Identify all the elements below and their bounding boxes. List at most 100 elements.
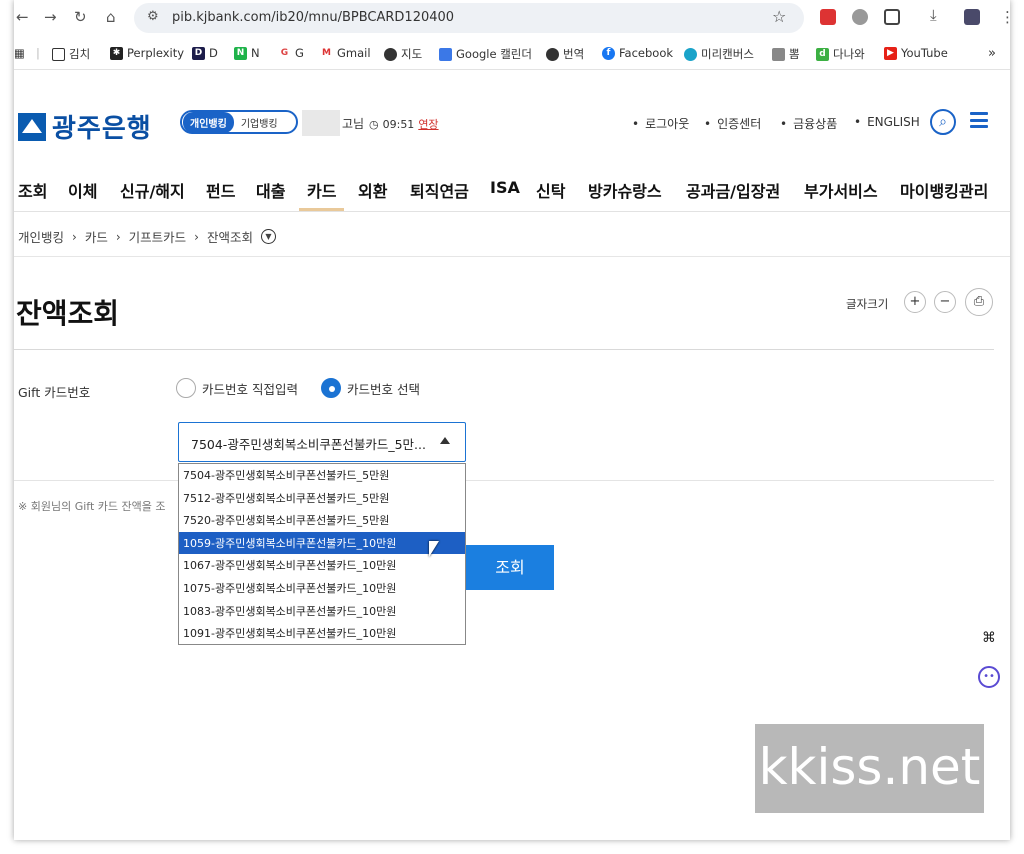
hamburger-menu-icon[interactable] <box>970 112 988 128</box>
dropdown-option[interactable]: 7512-광주민생회복소비쿠폰선불카드_5만원 <box>179 487 465 510</box>
radio-checked-icon[interactable] <box>321 378 341 398</box>
english-link[interactable]: ENGLISH <box>854 115 920 129</box>
dropdown-option[interactable]: 1091-광주민생회복소비쿠폰선불카드_10만원 <box>179 622 465 645</box>
caret-up-icon[interactable] <box>440 437 450 444</box>
nav-item-transfer[interactable]: 이체 <box>68 178 97 202</box>
dropdown-option-highlighted[interactable]: 1059-광주민생회복소비쿠폰선불카드_10만원 <box>179 531 465 555</box>
bookmark-item[interactable]: 지도 <box>384 46 422 62</box>
bookmark-item[interactable]: 번역 <box>546 46 584 62</box>
bookmark-item[interactable]: ✱ Perplexity <box>110 46 184 60</box>
bookmark-item[interactable]: GG <box>278 46 304 60</box>
radio-unchecked-icon[interactable] <box>176 378 196 398</box>
bookmark-label: Perplexity <box>127 46 185 60</box>
apps-icon[interactable]: ▦ <box>14 46 25 60</box>
facebook-icon: f <box>602 46 615 60</box>
extension-icon[interactable] <box>852 9 868 25</box>
nav-item-extra-services[interactable]: 부가서비스 <box>804 178 878 202</box>
back-icon[interactable]: ← <box>16 8 29 26</box>
download-icon[interactable]: ⤓ <box>930 6 937 24</box>
dropdown-option[interactable]: 1067-광주민생회복소비쿠폰선불카드_10만원 <box>179 554 465 577</box>
url-text[interactable]: pib.kjbank.com/ib20/mnu/BPBCARD120400 <box>172 10 454 25</box>
bookmark-label: 번역 <box>563 47 585 61</box>
bookmark-item[interactable]: NN <box>234 46 260 60</box>
divider <box>466 480 994 481</box>
font-size-decrease-button[interactable]: − <box>934 291 956 313</box>
bookmark-item[interactable]: DD <box>192 46 218 60</box>
d-icon: D <box>192 46 205 60</box>
extensions-puzzle-icon[interactable] <box>884 9 900 25</box>
chevron-down-icon[interactable]: ▼ <box>261 229 276 244</box>
bank-logo[interactable]: 광주은행 <box>18 108 152 145</box>
dropdown-option[interactable]: 1083-광주민생회복소비쿠폰선불카드_10만원 <box>179 600 465 623</box>
bookmark-divider: | <box>36 46 40 60</box>
breadcrumb-item[interactable]: 기프트카드 <box>129 227 187 246</box>
google-icon: G <box>278 46 291 60</box>
bookmark-label: YouTube <box>901 46 948 60</box>
home-icon[interactable]: ⌂ <box>106 8 116 26</box>
nav-item-pension[interactable]: 퇴직연금 <box>410 178 469 202</box>
nav-item-bancassurance[interactable]: 방카슈랑스 <box>588 178 662 202</box>
nav-item-isa[interactable]: ISA <box>490 178 520 197</box>
bookmark-item[interactable]: Google 캘린더 <box>439 46 532 62</box>
nav-item-utility-tickets[interactable]: 공과금/입장권 <box>686 178 780 202</box>
bookmark-item[interactable]: f Facebook <box>602 46 673 60</box>
logout-link[interactable]: 로그아웃 <box>632 115 689 132</box>
print-icon[interactable]: ⎙ <box>965 288 993 316</box>
nav-item-card[interactable]: 카드 <box>298 178 346 211</box>
bookmark-star-icon[interactable]: ☆ <box>772 7 786 26</box>
search-icon[interactable]: ⌕ <box>930 109 956 135</box>
nav-item-loan[interactable]: 대출 <box>256 178 285 202</box>
bookmark-item[interactable]: M Gmail <box>320 46 371 60</box>
financial-products-link[interactable]: 금융상품 <box>780 115 837 132</box>
font-size-increase-button[interactable]: + <box>904 291 926 313</box>
card-number-dropdown[interactable]: 7504-광주민생회복소비쿠폰선불카드_5만원 7512-광주민생회복소비쿠폰선… <box>178 463 466 645</box>
cert-center-link[interactable]: 인증센터 <box>704 115 761 132</box>
card-number-select[interactable]: 7504-광주민생회복소비쿠폰선불카드_5만... <box>178 422 466 462</box>
personal-banking-tab[interactable]: 개인뱅킹 <box>183 111 234 133</box>
gift-card-number-label: Gift 카드번호 <box>18 385 91 400</box>
nav-item-trust[interactable]: 신탁 <box>536 178 565 202</box>
breadcrumb: 개인뱅킹 › 카드 › 기프트카드 › 잔액조회 ▼ <box>18 227 276 246</box>
query-button[interactable]: 조회 <box>466 545 554 590</box>
banking-type-toggle[interactable]: 개인뱅킹 기업뱅킹 <box>180 110 298 134</box>
browser-window: ← → ↻ ⌂ ⚙ pib.kjbank.com/ib20/mnu/BPBCAR… <box>14 0 1010 840</box>
breadcrumb-item[interactable]: 카드 <box>85 227 108 246</box>
bookmark-item[interactable]: 김치 <box>52 46 90 62</box>
page-title: 잔액조회 <box>16 297 120 330</box>
quick-menu-icon[interactable]: ⌘ <box>978 627 1000 649</box>
bookmark-item[interactable]: 뽐 <box>772 46 800 62</box>
profile-icon[interactable] <box>964 9 980 25</box>
bank-logo-mark <box>18 112 46 141</box>
nav-item-my-banking[interactable]: 마이뱅킹관리 <box>900 178 988 202</box>
nav-item-fund[interactable]: 펀드 <box>206 178 235 202</box>
session-timer: ◷ 09:51 연장 <box>369 116 439 132</box>
extension-icon[interactable] <box>820 9 836 25</box>
chatbot-icon[interactable]: •• <box>978 666 1000 688</box>
corporate-banking-tab[interactable]: 기업뱅킹 <box>234 115 285 130</box>
breadcrumb-item[interactable]: 개인뱅킹 <box>18 227 64 246</box>
nav-item-open-close[interactable]: 신규/해지 <box>120 178 185 202</box>
radio-select-card[interactable]: 카드번호 선택 <box>321 378 420 398</box>
dropdown-option[interactable]: 7504-광주민생회복소비쿠폰선불카드_5만원 <box>179 464 465 487</box>
radio-direct-input[interactable]: 카드번호 직접입력 <box>176 378 298 398</box>
dropdown-option[interactable]: 7520-광주민생회복소비쿠폰선불카드_5만원 <box>179 509 465 532</box>
bookmark-label: N <box>251 46 260 60</box>
browser-menu-icon[interactable]: ⋮ <box>1000 8 1010 26</box>
dropdown-option[interactable]: 1075-광주민생회복소비쿠폰선불카드_10만원 <box>179 577 465 600</box>
chevron-right-icon: › <box>72 229 77 244</box>
site-settings-icon[interactable]: ⚙ <box>147 9 159 24</box>
reload-icon[interactable]: ↻ <box>74 8 87 26</box>
breadcrumb-item-current[interactable]: 잔액조회 <box>207 227 253 246</box>
nav-item-forex[interactable]: 외환 <box>358 178 387 202</box>
extend-session-link[interactable]: 연장 <box>418 116 438 132</box>
perplexity-icon: ✱ <box>110 46 123 60</box>
bookmarks-more-button[interactable]: » <box>988 46 996 61</box>
bank-logo-text: 광주은행 <box>52 114 152 144</box>
font-size-label: 글자크기 <box>846 297 889 311</box>
bookmark-item[interactable]: d 다나와 <box>816 46 865 62</box>
bookmark-item[interactable]: ▶ YouTube <box>884 46 948 60</box>
nav-item-inquiry[interactable]: 조회 <box>18 178 47 202</box>
forward-icon[interactable]: → <box>44 8 57 26</box>
bookmark-item[interactable]: 미리캔버스 <box>684 46 754 62</box>
youtube-icon: ▶ <box>884 46 897 60</box>
